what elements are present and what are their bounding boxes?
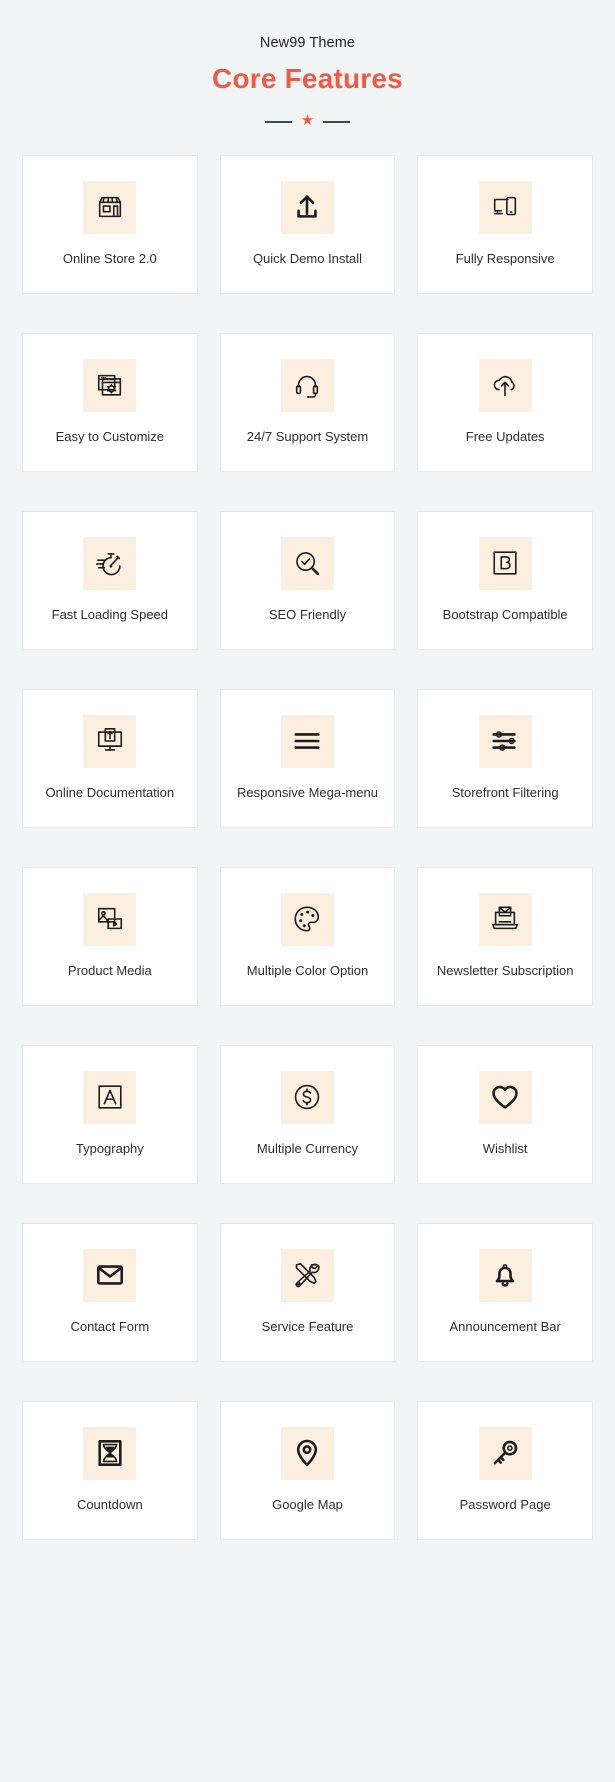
- feature-label: Easy to Customize: [55, 428, 165, 444]
- letter-a-box-icon: [83, 1070, 137, 1124]
- palette-icon: [280, 892, 334, 946]
- section-eyebrow: New99 Theme: [259, 35, 356, 51]
- upload-arrow-icon: [280, 180, 334, 234]
- heart-icon: [478, 1070, 532, 1124]
- feature-card[interactable]: Easy to Customize: [22, 332, 198, 472]
- feature-card[interactable]: 24/7 Support System: [219, 332, 396, 472]
- feature-label: Multiple Currency: [256, 1140, 359, 1156]
- feature-card[interactable]: Contact Form: [22, 1222, 198, 1362]
- feature-label: Typography: [75, 1140, 144, 1156]
- feature-label: Announcement Bar: [449, 1318, 561, 1334]
- feature-card[interactable]: Service Feature: [219, 1222, 396, 1362]
- feature-label: Newsletter Subscription: [436, 962, 574, 978]
- feature-label: Product Media: [67, 962, 152, 978]
- feature-label: Google Map: [272, 1496, 343, 1512]
- feature-label: Service Feature: [261, 1318, 354, 1334]
- feature-label: Free Updates: [465, 428, 545, 444]
- headset-icon: [280, 358, 334, 412]
- feature-label: Countdown: [76, 1496, 143, 1512]
- monitor-phone-icon: [478, 180, 532, 234]
- feature-card[interactable]: Multiple Color Option: [219, 866, 396, 1006]
- windows-gear-icon: [83, 358, 137, 412]
- feature-card[interactable]: Announcement Bar: [417, 1222, 593, 1362]
- features-page: New99 Theme Core Features ★ Online Store…: [0, 0, 615, 1782]
- feature-label: Multiple Color Option: [246, 962, 369, 978]
- feature-label: Wishlist: [482, 1140, 528, 1156]
- hourglass-icon: [83, 1426, 137, 1480]
- feature-card[interactable]: Password Page: [417, 1400, 593, 1540]
- bootstrap-b-icon: [478, 536, 532, 590]
- feature-card[interactable]: Responsive Mega-menu: [219, 688, 396, 828]
- feature-card[interactable]: Product Media: [22, 866, 198, 1006]
- feature-card[interactable]: Online Documentation: [22, 688, 198, 828]
- feature-card[interactable]: Countdown: [22, 1400, 198, 1540]
- section-header: New99 Theme Core Features ★: [0, 34, 615, 131]
- feature-card[interactable]: Multiple Currency: [219, 1044, 396, 1184]
- key-icon: [478, 1426, 532, 1480]
- wrench-screwdriver-icon: [280, 1248, 334, 1302]
- feature-label: Contact Form: [70, 1318, 150, 1334]
- bell-icon: [478, 1248, 532, 1302]
- cloud-upload-icon: [478, 358, 532, 412]
- feature-card[interactable]: Google Map: [219, 1400, 396, 1540]
- magnifier-check-icon: [280, 536, 334, 590]
- storefront-icon: [83, 180, 137, 234]
- feature-card[interactable]: Free Updates: [417, 332, 593, 472]
- envelope-icon: [83, 1248, 137, 1302]
- feature-label: SEO Friendly: [268, 606, 347, 622]
- features-grid: Online Store 2.0 Quick Demo Install Full…: [0, 154, 615, 1540]
- feature-label: Online Store 2.0: [62, 250, 157, 266]
- divider-bar-right: [323, 120, 351, 123]
- feature-card[interactable]: Bootstrap Compatible: [417, 510, 593, 650]
- feature-card[interactable]: Typography: [22, 1044, 198, 1184]
- feature-card[interactable]: Wishlist: [417, 1044, 593, 1184]
- feature-label: Fully Responsive: [455, 250, 555, 266]
- laptop-envelope-icon: [478, 892, 532, 946]
- dollar-coin-icon: [280, 1070, 334, 1124]
- monitor-document-upload-icon: [83, 714, 137, 768]
- feature-label: Password Page: [459, 1496, 551, 1512]
- feature-card[interactable]: Quick Demo Install: [219, 154, 396, 294]
- feature-label: Responsive Mega-menu: [237, 784, 378, 800]
- hamburger-menu-icon: [280, 714, 334, 768]
- feature-label: Online Documentation: [45, 784, 175, 800]
- sliders-filter-icon: [478, 714, 532, 768]
- page-title: Core Features: [212, 62, 403, 94]
- feature-label: 24/7 Support System: [246, 428, 369, 444]
- image-video-icon: [83, 892, 137, 946]
- star-icon: ★: [300, 112, 315, 130]
- feature-card[interactable]: SEO Friendly: [219, 510, 396, 650]
- feature-card[interactable]: Fast Loading Speed: [22, 510, 198, 650]
- feature-label: Storefront Filtering: [451, 784, 559, 800]
- feature-card[interactable]: Storefront Filtering: [417, 688, 593, 828]
- feature-card[interactable]: Newsletter Subscription: [417, 866, 593, 1006]
- feature-label: Bootstrap Compatible: [442, 606, 568, 622]
- feature-label: Quick Demo Install: [252, 250, 363, 266]
- stopwatch-icon: [83, 536, 137, 590]
- divider-bar-left: [264, 120, 292, 123]
- feature-card[interactable]: Fully Responsive: [417, 154, 593, 294]
- title-divider: ★: [0, 113, 615, 131]
- map-pin-icon: [280, 1426, 334, 1480]
- feature-card[interactable]: Online Store 2.0: [22, 154, 198, 294]
- feature-label: Fast Loading Speed: [51, 606, 169, 622]
